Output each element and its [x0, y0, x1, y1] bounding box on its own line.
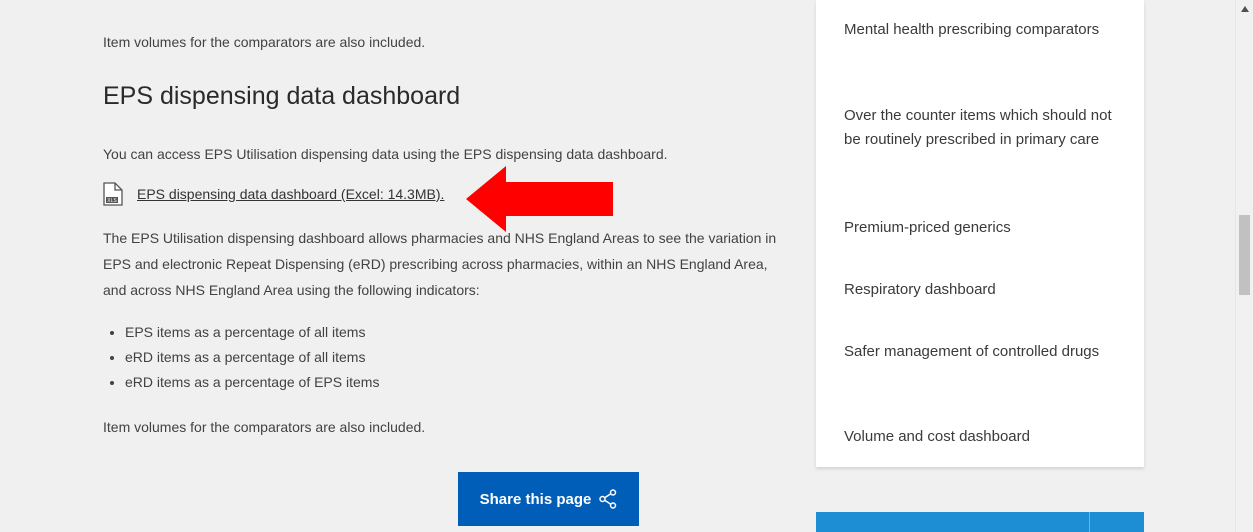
eps-dashboard-download-link[interactable]: EPS dispensing data dashboard (Excel: 14…	[137, 186, 444, 202]
red-arrow-icon	[466, 166, 613, 232]
excel-file-icon[interactable]: XLS	[103, 182, 123, 206]
panel-divider	[1089, 512, 1090, 532]
sidebar-item-premium-priced-generics[interactable]: Premium-priced generics	[844, 216, 1124, 240]
file-icon-badge: XLS	[107, 198, 117, 204]
related-links-sidebar: Mental health prescribing comparators Ov…	[816, 0, 1144, 467]
scroll-thumb[interactable]	[1239, 215, 1250, 295]
dashboard-description: The EPS Utilisation dispensing dashboard…	[103, 230, 777, 298]
page: Item volumes for the comparators are als…	[0, 0, 1253, 532]
sidebar-item-respiratory-dashboard[interactable]: Respiratory dashboard	[844, 278, 1124, 302]
scroll-up-arrow-icon[interactable]	[1236, 0, 1253, 17]
share-page-button[interactable]: Share this page	[458, 472, 639, 526]
section-heading: EPS dispensing data dashboard	[103, 82, 461, 110]
access-paragraph: You can access EPS Utilisation dispensin…	[103, 146, 668, 162]
page-scrollbar[interactable]	[1235, 0, 1253, 532]
list-item: eRD items as a percentage of all items	[125, 345, 379, 370]
list-item: EPS items as a percentage of all items	[125, 320, 379, 345]
bottom-paragraph: Item volumes for the comparators are als…	[103, 419, 426, 435]
indicator-list: EPS items as a percentage of all items e…	[103, 320, 379, 395]
share-icon	[599, 489, 617, 509]
sidebar-item-volume-and-cost[interactable]: Volume and cost dashboard	[844, 425, 1124, 449]
share-button-label: Share this page	[479, 490, 592, 508]
top-paragraph: Item volumes for the comparators are als…	[103, 34, 426, 50]
blue-panel[interactable]	[816, 512, 1144, 532]
sidebar-item-over-the-counter[interactable]: Over the counter items which should not …	[844, 104, 1124, 152]
list-item: eRD items as a percentage of EPS items	[125, 370, 379, 395]
file-download-row: XLS EPS dispensing data dashboard (Excel…	[103, 180, 444, 208]
sidebar-item-controlled-drugs[interactable]: Safer management of controlled drugs	[844, 340, 1124, 364]
sidebar-item-mental-health[interactable]: Mental health prescribing comparators	[844, 18, 1124, 42]
